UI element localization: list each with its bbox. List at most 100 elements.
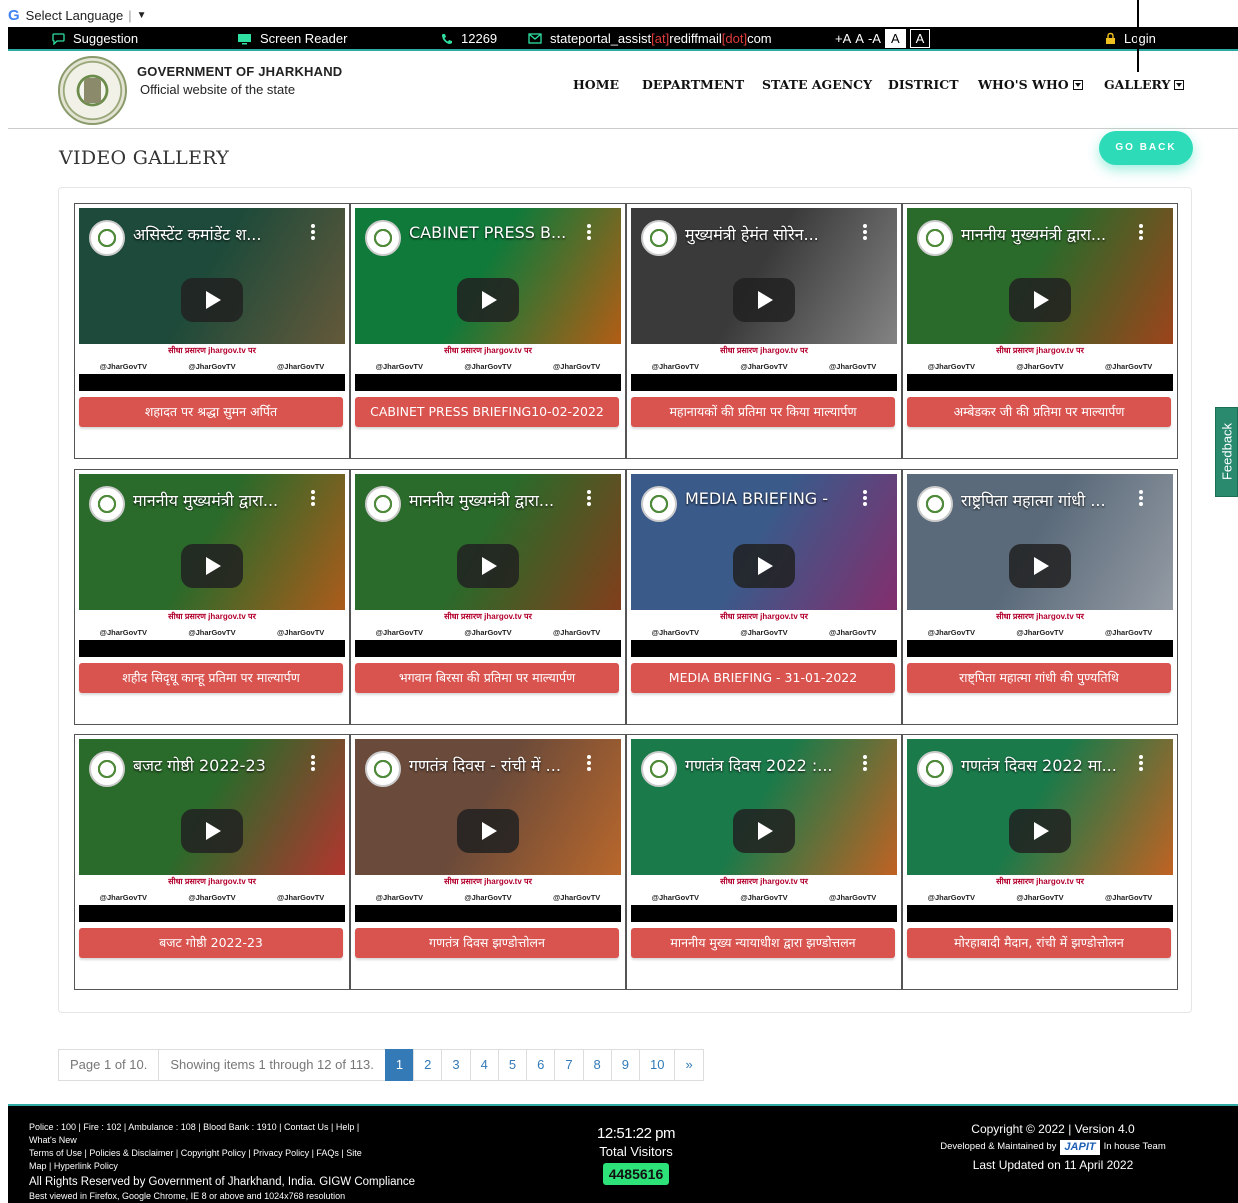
video-card[interactable]: असिस्टेंट कमांडेंट श... सीधा प्रसारण jhar…: [74, 203, 350, 459]
play-icon[interactable]: [457, 809, 519, 853]
more-options-icon[interactable]: [311, 755, 315, 773]
play-icon[interactable]: [1009, 544, 1071, 588]
pagination-next[interactable]: »: [674, 1049, 704, 1081]
video-thumbnail[interactable]: मुख्यमंत्री हेमंत सोरेन... सीधा प्रसारण j…: [631, 208, 897, 391]
more-options-icon[interactable]: [1139, 755, 1143, 773]
more-options-icon[interactable]: [587, 490, 591, 508]
pagination-page[interactable]: 5: [497, 1049, 528, 1081]
more-options-icon[interactable]: [863, 490, 867, 508]
font-increase-button[interactable]: +A: [835, 31, 851, 46]
play-icon[interactable]: [181, 544, 243, 588]
video-title-button[interactable]: CABINET PRESS BRIEFING10-02-2022: [355, 397, 619, 427]
footer-map-links[interactable]: Map | Hyperlink Policy: [29, 1160, 429, 1173]
more-options-icon[interactable]: [863, 755, 867, 773]
video-card[interactable]: माननीय मुख्यमंत्री द्वारा... सीधा प्रसारण…: [902, 203, 1178, 459]
video-thumbnail[interactable]: माननीय मुख्यमंत्री द्वारा... सीधा प्रसारण…: [79, 474, 345, 657]
play-icon[interactable]: [1009, 278, 1071, 322]
pagination-page[interactable]: 3: [441, 1049, 471, 1081]
video-card[interactable]: गणतंत्र दिवस 2022 :... सीधा प्रसारण jharg…: [626, 734, 902, 990]
play-icon[interactable]: [733, 278, 795, 322]
pagination-page[interactable]: 6: [526, 1049, 556, 1081]
contrast-dark-button[interactable]: A: [909, 29, 931, 48]
video-thumbnail[interactable]: माननीय मुख्यमंत्री द्वारा... सीधा प्रसारण…: [355, 474, 621, 657]
play-icon[interactable]: [733, 544, 795, 588]
video-card[interactable]: राष्ट्रपिता महात्मा गांधी ... सीधा प्रसार…: [902, 469, 1178, 725]
more-options-icon[interactable]: [587, 224, 591, 242]
video-title-button[interactable]: शहीद सिदृधू कान्हू प्रतिमा पर माल्यार्पण: [79, 663, 343, 693]
footer-whats-new-link[interactable]: What's New: [29, 1134, 429, 1147]
play-icon[interactable]: [181, 278, 243, 322]
state-emblem-logo[interactable]: [58, 56, 127, 125]
video-title-button[interactable]: MEDIA BRIEFING - 31-01-2022: [631, 663, 895, 693]
video-thumbnail[interactable]: असिस्टेंट कमांडेंट श... सीधा प्रसारण jhar…: [79, 208, 345, 391]
video-thumbnail[interactable]: CABINET PRESS B... सीधा प्रसारण jhargov.t…: [355, 208, 621, 391]
video-card[interactable]: माननीय मुख्यमंत्री द्वारा... सीधा प्रसारण…: [74, 469, 350, 725]
more-options-icon[interactable]: [587, 755, 591, 773]
video-title-button[interactable]: माननीय मुख्य न्यायाधीश द्वारा झण्डोत्तलन: [631, 928, 895, 958]
footer-policy-links[interactable]: Terms of Use | Policies & Disclaimer | C…: [29, 1147, 429, 1160]
suggestion-link[interactable]: Suggestion: [52, 31, 138, 46]
video-card[interactable]: गणतंत्र दिवस 2022 मा... सीधा प्रसारण jhar…: [902, 734, 1178, 990]
footer-emergency-numbers[interactable]: Police : 100 | Fire : 102 | Ambulance : …: [29, 1121, 429, 1134]
pagination-page[interactable]: 2: [413, 1049, 443, 1081]
japit-logo[interactable]: JAPIT: [1060, 1139, 1100, 1155]
pagination-page[interactable]: 4: [469, 1049, 499, 1081]
video-title-button[interactable]: राष्ट्पिता महात्मा गांधी की पुण्यतिथि: [907, 663, 1171, 693]
video-thumbnail[interactable]: गणतंत्र दिवस - रांची में ... सीधा प्रसारण…: [355, 739, 621, 922]
phone-link[interactable]: 12269: [441, 31, 497, 46]
video-title-button[interactable]: मोरहाबादी मैदान, रांची में झण्डोत्तोलन: [907, 928, 1171, 958]
contrast-light-button[interactable]: A: [884, 29, 906, 48]
language-selector[interactable]: G Select Language | ▼: [8, 5, 147, 25]
more-options-icon[interactable]: [311, 224, 315, 242]
video-title-button[interactable]: बजट गोष्ठी 2022-23: [79, 928, 343, 958]
video-card[interactable]: मुख्यमंत्री हेमंत सोरेन... सीधा प्रसारण j…: [626, 203, 902, 459]
feedback-tab[interactable]: Feedback: [1215, 407, 1238, 497]
play-icon[interactable]: [733, 809, 795, 853]
video-thumbnail[interactable]: बजट गोष्ठी 2022-23 सीधा प्रसारण jhargov.t…: [79, 739, 345, 922]
org-subtitle: Official website of the state: [140, 82, 296, 97]
pagination-page[interactable]: 10: [639, 1049, 676, 1081]
video-title-button[interactable]: गणतंत्र दिवस झण्डोत्तोलन: [355, 928, 619, 958]
play-icon[interactable]: [457, 278, 519, 322]
video-title-button[interactable]: शहादत पर श्रद्धा सुमन अर्पित: [79, 397, 343, 427]
video-thumbnail[interactable]: राष्ट्रपिता महात्मा गांधी ... सीधा प्रसार…: [907, 474, 1173, 657]
video-card[interactable]: माननीय मुख्यमंत्री द्वारा... सीधा प्रसारण…: [350, 469, 626, 725]
login-link[interactable]: Login: [1105, 31, 1156, 46]
nav-state-agency[interactable]: STATE AGENCY: [762, 77, 872, 92]
more-options-icon[interactable]: [863, 224, 867, 242]
video-title-button[interactable]: महानायकों की प्रतिमा पर किया माल्यार्पण: [631, 397, 895, 427]
pagination-page[interactable]: 7: [554, 1049, 584, 1081]
video-card[interactable]: CABINET PRESS B... सीधा प्रसारण jhargov.t…: [350, 203, 626, 459]
video-title-button[interactable]: भगवान बिरसा की प्रतिमा पर माल्यार्पण: [355, 663, 619, 693]
video-card[interactable]: MEDIA BRIEFING - सीधा प्रसारण jhargov.tv …: [626, 469, 902, 725]
video-thumbnail[interactable]: गणतंत्र दिवस 2022 :... सीधा प्रसारण jharg…: [631, 739, 897, 922]
chevron-down-icon: ▼: [136, 9, 147, 21]
nav-gallery[interactable]: GALLERY: [1104, 77, 1185, 92]
youtube-handle: @JharGovTV: [1104, 628, 1153, 637]
video-thumbnail[interactable]: माननीय मुख्यमंत्री द्वारा... सीधा प्रसारण…: [907, 208, 1173, 391]
pagination-page[interactable]: 8: [582, 1049, 612, 1081]
pagination-page[interactable]: 1: [384, 1049, 415, 1081]
play-icon[interactable]: [457, 544, 519, 588]
nav-home[interactable]: HOME: [573, 77, 619, 92]
go-back-button[interactable]: GO BACK: [1099, 131, 1193, 165]
play-icon[interactable]: [181, 809, 243, 853]
nav-district[interactable]: DISTRICT: [888, 77, 959, 92]
video-card[interactable]: गणतंत्र दिवस - रांची में ... सीधा प्रसारण…: [350, 734, 626, 990]
more-options-icon[interactable]: [1139, 224, 1143, 242]
pagination-page[interactable]: 9: [610, 1049, 641, 1081]
more-options-icon[interactable]: [1139, 490, 1143, 508]
nav-whos-who[interactable]: WHO'S WHO: [978, 77, 1083, 92]
visitors-label: Total Visitors: [599, 1144, 673, 1159]
video-thumbnail[interactable]: MEDIA BRIEFING - सीधा प्रसारण jhargov.tv …: [631, 474, 897, 657]
video-thumbnail[interactable]: गणतंत्र दिवस 2022 मा... सीधा प्रसारण jhar…: [907, 739, 1173, 922]
video-title-button[interactable]: अम्बेडकर जी की प्रतिमा पर माल्यार्पण: [907, 397, 1171, 427]
email-link[interactable]: stateportal_assist [at] rediffmail [dot] com: [528, 31, 772, 46]
more-options-icon[interactable]: [311, 490, 315, 508]
font-reset-button[interactable]: A: [855, 31, 864, 46]
play-icon[interactable]: [1009, 809, 1071, 853]
font-decrease-button[interactable]: -A: [868, 31, 881, 46]
nav-department[interactable]: DEPARTMENT: [642, 77, 744, 92]
video-card[interactable]: बजट गोष्ठी 2022-23 सीधा प्रसारण jhargov.t…: [74, 734, 350, 990]
screen-reader-link[interactable]: Screen Reader: [237, 31, 347, 46]
